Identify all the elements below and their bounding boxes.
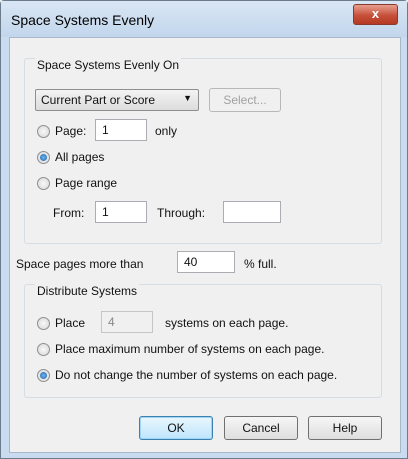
no-change-label: Do not change the number of systems on e… [55, 368, 338, 382]
title-bar[interactable]: Space Systems Evenly x [1, 1, 407, 37]
place-radio[interactable] [37, 317, 50, 330]
distribute-group-label: Distribute Systems [35, 284, 140, 298]
chevron-down-icon: ▼ [183, 93, 192, 103]
window-title: Space Systems Evenly [11, 12, 155, 28]
page-range-radio[interactable] [37, 177, 50, 190]
scope-dropdown[interactable]: Current Part or Score ▼ [35, 89, 199, 111]
no-change-radio[interactable] [37, 369, 50, 382]
close-button[interactable]: x [353, 4, 398, 25]
fill-label: Space pages more than [16, 257, 144, 271]
from-field[interactable]: 1 [95, 201, 147, 223]
scope-dropdown-value: Current Part or Score [41, 93, 156, 107]
page-radio-label: Page: [55, 124, 87, 138]
ok-button[interactable]: OK [139, 416, 213, 440]
through-label: Through: [157, 206, 206, 220]
page-only-label: only [155, 124, 178, 138]
space-on-group-label: Space Systems Evenly On [35, 58, 182, 72]
page-radio[interactable] [37, 125, 50, 138]
systems-per-page-field[interactable]: 4 [101, 311, 153, 333]
space-on-group: Space Systems Evenly On Current Part or … [24, 58, 382, 244]
all-pages-radio[interactable] [37, 151, 50, 164]
dialog-body: Space Systems Evenly On Current Part or … [9, 37, 401, 453]
place-maximum-radio[interactable] [37, 343, 50, 356]
help-button[interactable]: Help [308, 416, 382, 440]
place-suffix-label: systems on each page. [165, 316, 289, 330]
from-label: From: [53, 206, 85, 220]
distribute-group: Distribute Systems Place 4 systems on ea… [24, 284, 382, 398]
cancel-button[interactable]: Cancel [224, 416, 298, 440]
place-label: Place [55, 316, 86, 330]
fill-suffix-label: % full. [244, 257, 277, 271]
select-button[interactable]: Select... [209, 88, 281, 112]
dialog-window: Space Systems Evenly x Space Systems Eve… [0, 0, 408, 459]
fill-percent-field[interactable]: 40 [177, 251, 235, 273]
page-number-field[interactable]: 1 [95, 119, 147, 141]
place-maximum-label: Place maximum number of systems on each … [55, 342, 325, 356]
page-range-label: Page range [55, 176, 118, 190]
all-pages-label: All pages [55, 150, 105, 164]
close-icon: x [371, 6, 380, 21]
through-field[interactable] [223, 201, 281, 223]
